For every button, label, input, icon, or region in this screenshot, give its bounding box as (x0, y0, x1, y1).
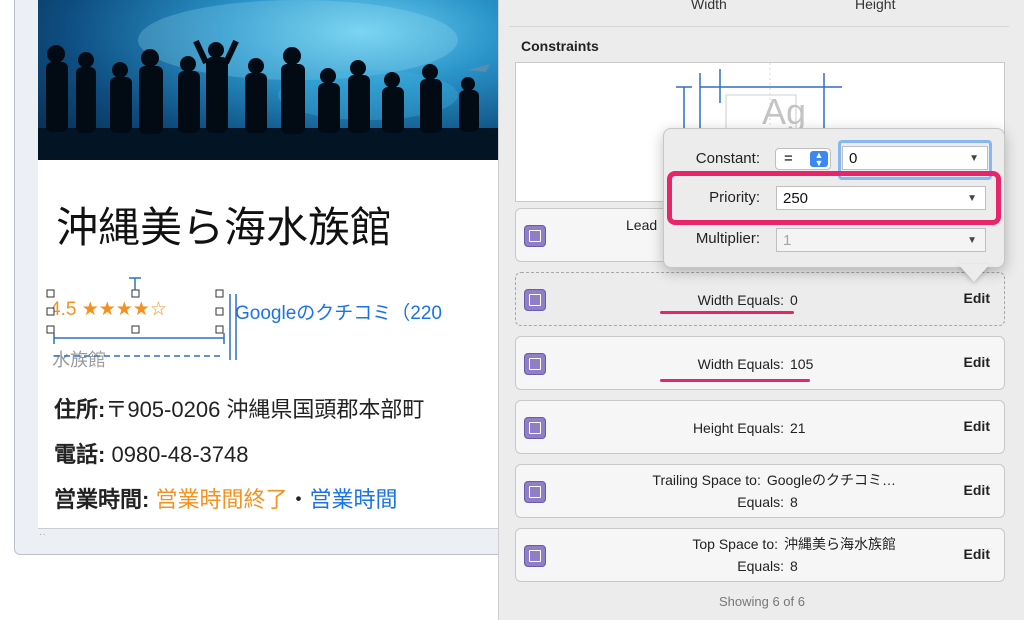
edit-button[interactable]: Edit (964, 546, 990, 562)
constraint-key: Top Space to: (692, 536, 778, 552)
constant-value: 0 (849, 150, 858, 167)
phone-label: 電話: (54, 442, 106, 467)
constant-field[interactable]: 0 ▼ (842, 146, 988, 170)
reviews-link[interactable]: Googleのクチコミ（220 (235, 298, 442, 325)
constraint-value: Googleのクチコミ… (766, 472, 896, 488)
constraint-row-trailing[interactable]: Trailing Space to: Googleのクチコミ… Equals: … (515, 464, 1005, 518)
constraint-row-width-0[interactable]: Width Equals: 0 Edit (515, 272, 1005, 326)
leading-space-icon (524, 225, 546, 247)
constraint-key: Width Equals: (697, 292, 784, 308)
constraint-row-height[interactable]: Height Equals: 21 Edit (515, 400, 1005, 454)
constraint-value-2: 8 (790, 494, 798, 510)
multiplier-value: 1 (783, 232, 792, 249)
dropdown-arrow-icon[interactable]: ▼ (967, 229, 977, 253)
constraint-key: Height Equals: (692, 420, 784, 436)
dropdown-arrow-icon[interactable]: ▼ (969, 147, 979, 171)
height-column-header: Height (855, 0, 896, 12)
multiplier-field[interactable]: 1 ▼ (776, 228, 986, 252)
height-constraint-icon (524, 417, 546, 439)
place-title: 沖縄美ら海水族館 (56, 203, 393, 252)
constant-label: Constant: (695, 150, 760, 167)
phone-line: 電話: 0980-48-3748 (54, 437, 248, 469)
constraint-key: Trailing Space to: (652, 472, 761, 488)
constraint-value: 沖縄美ら海水族館 (784, 536, 896, 552)
width-constraint-icon (524, 289, 546, 311)
popover-arrow (958, 264, 990, 282)
edit-button[interactable]: Edit (964, 290, 990, 306)
highlight-underline (660, 379, 810, 382)
edit-button[interactable]: Edit (964, 418, 990, 434)
phone-value: 0980-48-3748 (111, 442, 249, 467)
hours-separator: ・ (287, 487, 310, 512)
constraint-key-2: Equals: (737, 558, 784, 574)
divider (509, 26, 1009, 27)
constraint-value: 21 (790, 420, 806, 436)
constraint-key: Lead (626, 217, 658, 233)
place-detail-view: 沖縄美ら海水族館 4.5 ★★★★☆ Googleのクチコミ（220 水族館 住… (38, 0, 501, 529)
constraint-value-2: 8 (790, 558, 798, 574)
hours-label: 営業時間: (54, 487, 150, 512)
multiplier-label: Multiplier: (695, 230, 760, 247)
relation-select[interactable]: = ▲ ▼ (775, 148, 831, 170)
preview-glyph: Ag (762, 91, 807, 132)
constraint-row-width-105[interactable]: Width Equals: 105 Edit (515, 336, 1005, 390)
constraint-key-2: Equals: (737, 494, 784, 510)
constraint-key: Width Equals: (697, 356, 784, 372)
address-value: 〒905-0206 沖縄県国頭郡本部町 (105, 397, 425, 422)
constraint-row-top-space[interactable]: Top Space to: 沖縄美ら海水族館 Equals: 8 Edit (515, 528, 1005, 582)
size-inspector: Width Height Constraints Ag Lead Width E… (498, 0, 1024, 620)
aquarium-photo (38, 0, 500, 160)
showing-count: Showing 6 of 6 (718, 594, 805, 609)
constraint-value: 0 (790, 292, 798, 308)
width-constraint-icon (524, 353, 546, 375)
address-label: 住所: (54, 397, 106, 422)
constraint-value: 105 (790, 356, 814, 372)
constraints-heading: Constraints (521, 38, 599, 54)
priority-highlight-box (667, 171, 1001, 225)
selection-handles[interactable] (38, 276, 238, 366)
edit-button[interactable]: Edit (964, 354, 990, 370)
trailing-space-icon (524, 481, 546, 503)
hours-link[interactable]: 営業時間 (309, 487, 397, 512)
hours-line: 営業時間: 営業時間終了・営業時間 (54, 482, 398, 514)
stepper-arrows-icon[interactable]: ▲ ▼ (810, 151, 828, 168)
hours-status: 営業時間終了 (155, 487, 288, 512)
edit-button[interactable]: Edit (964, 482, 990, 498)
highlight-underline (660, 311, 794, 314)
top-space-icon (524, 545, 546, 567)
address-line: 住所:〒905-0206 沖縄県国頭郡本部町 (54, 392, 424, 424)
relation-value: = (784, 150, 793, 167)
width-column-header: Width (691, 0, 727, 12)
